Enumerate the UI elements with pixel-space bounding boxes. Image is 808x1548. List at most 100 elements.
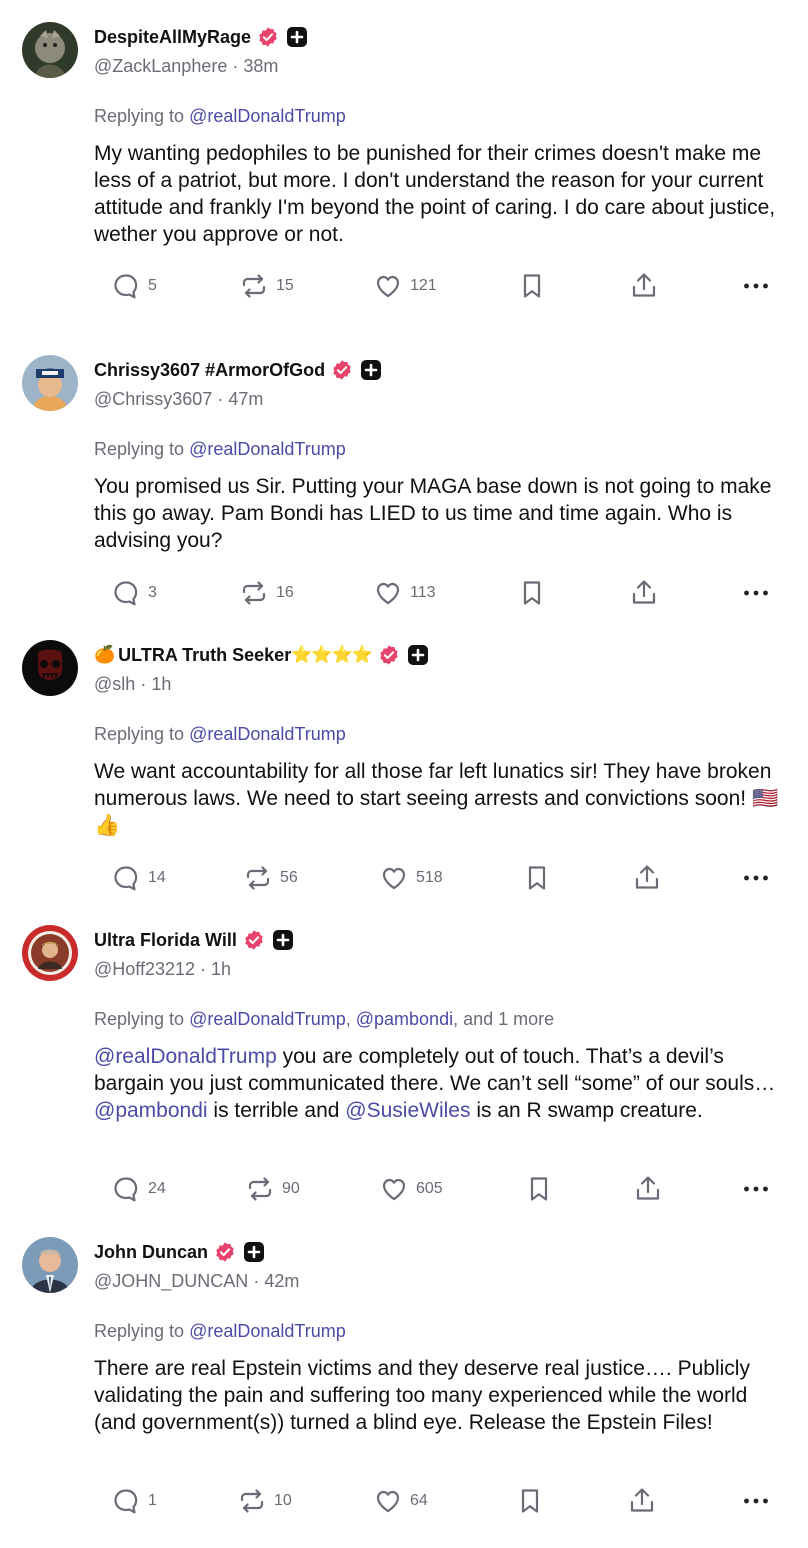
reply-count: 5	[148, 277, 157, 294]
mention-link[interactable]: @realDonaldTrump	[189, 106, 346, 126]
like-button[interactable]: 64	[374, 1484, 428, 1518]
post-body[interactable]: You promised us Sir. Putting your MAGA b…	[94, 473, 794, 554]
post-body[interactable]: @realDonaldTrump you are completely out …	[94, 1043, 794, 1124]
avatar[interactable]	[22, 22, 78, 78]
bookmark-icon	[521, 1489, 539, 1513]
avatar[interactable]	[22, 355, 78, 411]
avatar[interactable]	[22, 1237, 78, 1293]
share-button[interactable]	[633, 1172, 663, 1206]
timestamp[interactable]: 1h	[151, 674, 171, 694]
avatar[interactable]	[22, 640, 78, 696]
more-button[interactable]	[742, 1172, 770, 1206]
more-icon	[744, 875, 768, 881]
mention-link[interactable]: @realDonaldTrump	[189, 1009, 346, 1029]
plus-badge-icon	[244, 1242, 265, 1262]
plus-badge-icon	[287, 27, 308, 47]
bookmark-button[interactable]	[525, 1172, 553, 1206]
like-button[interactable]: 121	[374, 269, 437, 303]
replying-to: Replying to @realDonaldTrump, @pambondi,…	[94, 1009, 554, 1030]
like-button[interactable]: 518	[380, 861, 443, 895]
handle[interactable]: @Chrissy3607	[94, 389, 212, 409]
more-button[interactable]	[742, 576, 770, 610]
replying-more[interactable]: , and 1 more	[453, 1009, 554, 1029]
avatar[interactable]	[22, 925, 78, 981]
display-name[interactable]: Ultra Florida Will	[94, 930, 237, 951]
heart-icon	[376, 275, 400, 298]
post-body[interactable]: There are real Epstein victims and they …	[94, 1355, 794, 1436]
handle[interactable]: @slh	[94, 674, 135, 694]
verified-badge-icon	[378, 644, 400, 666]
reply-count: 14	[148, 869, 166, 886]
display-name[interactable]: DespiteAllMyRage	[94, 27, 251, 48]
handle[interactable]: @ZackLanphere	[94, 56, 227, 76]
separator: ·	[232, 56, 244, 76]
display-name[interactable]: Chrissy3607 #ArmorOfGod	[94, 360, 325, 381]
repost-button[interactable]: 16	[240, 576, 294, 610]
orange-emoji-icon: 🍊	[94, 645, 116, 665]
mention-link[interactable]: @realDonaldTrump	[189, 439, 346, 459]
timestamp[interactable]: 47m	[228, 389, 263, 409]
reply-count: 1	[148, 1492, 157, 1509]
handle-row: @Chrissy3607 · 47m	[94, 389, 263, 410]
replying-to: Replying to @realDonaldTrump	[94, 1321, 346, 1342]
more-button[interactable]	[742, 861, 770, 895]
mention-link[interactable]: @SusieWiles	[345, 1099, 470, 1122]
timestamp[interactable]: 1h	[211, 959, 231, 979]
name-row: 🍊 ULTRA Truth Seeker ⭐⭐⭐⭐	[94, 642, 428, 668]
verified-badge-icon	[331, 359, 353, 381]
handle[interactable]: @Hoff23212	[94, 959, 195, 979]
mention-link[interactable]: @realDonaldTrump	[189, 1321, 346, 1341]
repost-button[interactable]: 56	[244, 861, 298, 895]
reply-count: 3	[148, 584, 157, 601]
replying-label: Replying to	[94, 106, 190, 126]
bookmark-button[interactable]	[523, 861, 551, 895]
display-name[interactable]: John Duncan	[94, 1242, 208, 1263]
timestamp[interactable]: 38m	[243, 56, 278, 76]
bookmark-button[interactable]	[516, 1484, 544, 1518]
share-icon	[632, 273, 656, 297]
verified-badge-icon	[214, 1241, 236, 1263]
post-body[interactable]: We want accountability for all those far…	[94, 758, 794, 839]
name-row: DespiteAllMyRage	[94, 24, 308, 50]
mention-link[interactable]: @realDonaldTrump	[94, 1045, 277, 1068]
repost-count: 90	[282, 1180, 300, 1197]
reply-button[interactable]: 1	[112, 1484, 157, 1518]
repost-icon	[242, 581, 266, 605]
mention-link[interactable]: @realDonaldTrump	[189, 724, 346, 744]
mention-link[interactable]: @pambondi	[356, 1009, 453, 1029]
action-bar: 24 90 605	[0, 1172, 808, 1206]
share-button[interactable]	[632, 861, 662, 895]
reply-button[interactable]: 14	[112, 861, 166, 895]
more-icon	[744, 590, 768, 596]
more-button[interactable]	[742, 269, 770, 303]
reply-button[interactable]: 24	[112, 1172, 166, 1206]
handle[interactable]: @JOHN_DUNCAN	[94, 1271, 248, 1291]
reply-button[interactable]: 3	[112, 576, 157, 610]
more-button[interactable]	[742, 1484, 770, 1518]
bookmark-icon	[528, 866, 546, 890]
repost-button[interactable]: 90	[246, 1172, 300, 1206]
reply-button[interactable]: 5	[112, 269, 157, 303]
share-button[interactable]	[627, 1484, 657, 1518]
repost-count: 15	[276, 277, 294, 294]
share-button[interactable]	[629, 269, 659, 303]
like-count: 121	[410, 277, 437, 294]
post-body-text: is terrible and	[207, 1099, 346, 1122]
bookmark-button[interactable]	[518, 269, 546, 303]
heart-icon	[376, 1490, 400, 1513]
plus-badge-icon	[361, 360, 382, 380]
repost-button[interactable]: 10	[238, 1484, 292, 1518]
repost-button[interactable]: 15	[240, 269, 294, 303]
like-button[interactable]: 113	[374, 576, 436, 610]
replying-to: Replying to @realDonaldTrump	[94, 724, 346, 745]
more-icon	[744, 1498, 768, 1504]
bookmark-button[interactable]	[518, 576, 546, 610]
name-row: Ultra Florida Will	[94, 927, 293, 953]
reply-icon	[114, 866, 138, 891]
post-body[interactable]: My wanting pedophiles to be punished for…	[94, 140, 794, 248]
display-name[interactable]: ULTRA Truth Seeker	[118, 645, 291, 666]
like-button[interactable]: 605	[380, 1172, 443, 1206]
mention-link[interactable]: @pambondi	[94, 1099, 208, 1122]
timestamp[interactable]: 42m	[264, 1271, 299, 1291]
share-button[interactable]	[629, 576, 659, 610]
